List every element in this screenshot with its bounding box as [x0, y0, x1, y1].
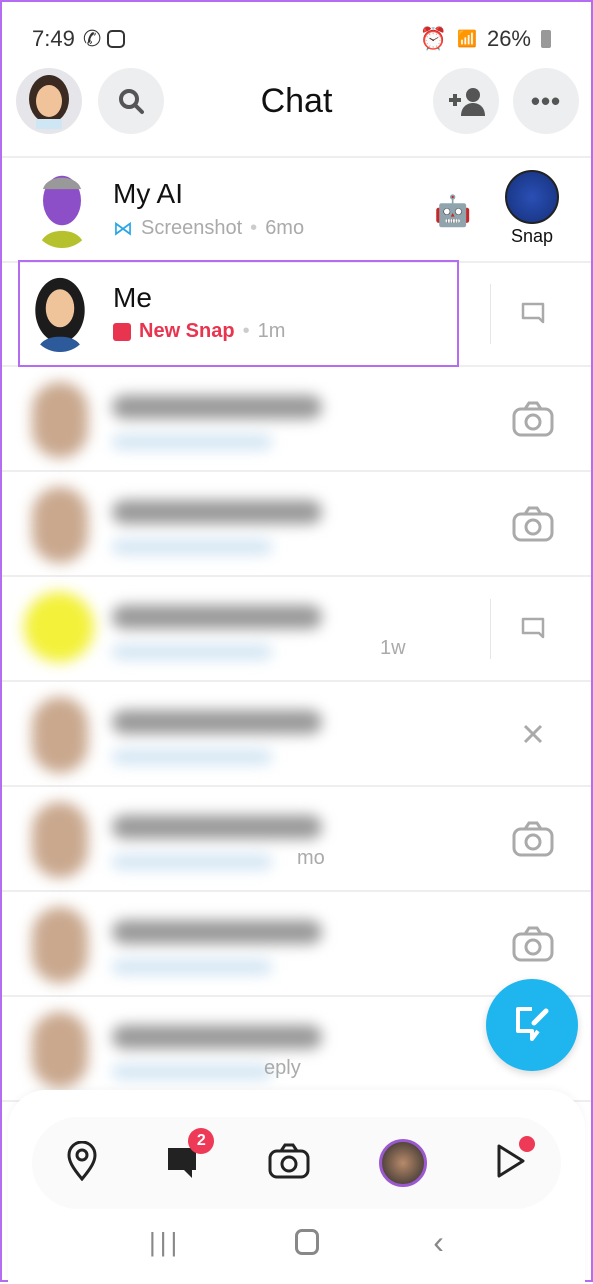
more-button[interactable]: •••	[513, 68, 579, 134]
compose-icon	[516, 1007, 549, 1041]
row-action-chat[interactable]	[511, 609, 555, 649]
more-icon: •••	[530, 85, 562, 116]
chat-row-blurred[interactable]	[2, 472, 591, 577]
camera-icon	[512, 926, 554, 962]
chat-name: My AI	[113, 178, 184, 209]
close-icon	[523, 724, 543, 744]
new-snap-icon	[113, 322, 131, 341]
chat-name: Me	[113, 282, 152, 313]
me-avatar	[35, 277, 85, 352]
clock: 7:49	[32, 26, 75, 51]
chat-time: 1m	[257, 320, 286, 342]
page-title: Chat	[260, 82, 333, 120]
add-friend-button[interactable]	[433, 68, 499, 134]
row-action-camera[interactable]	[511, 819, 555, 859]
nav-camera[interactable]	[268, 1143, 310, 1184]
row-action-close[interactable]	[511, 714, 555, 754]
system-nav: ||| ‹	[2, 1222, 591, 1262]
chat-row-me[interactable]: Me New Snap • 1m	[2, 260, 591, 367]
add-friend-icon	[449, 88, 485, 116]
my-ai-avatar	[39, 175, 85, 248]
new-chat-button[interactable]	[486, 979, 578, 1071]
snap-label: Snap	[510, 226, 554, 246]
chat-time: 6mo	[265, 217, 305, 239]
chat-row-blurred[interactable]: mo	[2, 787, 591, 892]
chat-row-blurred[interactable]	[2, 682, 591, 787]
row-action-camera[interactable]	[511, 924, 555, 964]
recents-icon[interactable]: |||	[149, 1227, 181, 1258]
chat-row-my-ai[interactable]: My AI ⋈ Screenshot • 6mo 🤖 Snap	[2, 158, 591, 263]
chat-status: Screenshot	[141, 217, 243, 239]
alarm-icon: ⏰	[419, 26, 448, 51]
screenshot-icon: ⋈	[113, 218, 133, 240]
battery-text: 26%	[486, 26, 531, 51]
chat-time-partial: mo	[297, 847, 325, 869]
robot-icon: 🤖	[434, 195, 472, 228]
camera-icon	[268, 1143, 310, 1178]
nav-spotlight[interactable]	[495, 1135, 535, 1185]
chat-time-partial: eply	[264, 1057, 301, 1079]
chat-time-partial: 1w	[380, 637, 406, 659]
status-bar: 7:49 ✆ ⏰ 📶 26%	[32, 24, 551, 54]
nav-map[interactable]	[66, 1140, 98, 1186]
header: Chat •••	[2, 68, 591, 136]
chat-status: New Snap	[139, 320, 235, 342]
chat-badge: 2	[188, 1127, 215, 1154]
chat-row-blurred[interactable]	[2, 892, 591, 997]
camera-icon	[512, 506, 554, 542]
camera-icon	[512, 821, 554, 857]
back-icon[interactable]: ‹	[433, 1224, 444, 1261]
chat-row-blurred[interactable]: 1w	[2, 577, 591, 682]
chat-bubble-icon	[521, 302, 545, 324]
chat-row-blurred[interactable]	[2, 367, 591, 472]
chat-reply-button[interactable]	[511, 294, 555, 334]
wifi-icon: 📶	[457, 31, 477, 48]
nav-chat[interactable]: 2	[166, 1127, 215, 1185]
snap-story-thumbnail[interactable]	[505, 170, 559, 224]
row-action-camera[interactable]	[511, 504, 555, 544]
home-icon[interactable]	[295, 1229, 320, 1255]
chat-bubble-icon	[521, 617, 545, 639]
whatsapp-icon: ✆	[82, 26, 102, 51]
map-pin-icon	[67, 1140, 97, 1181]
row-action-camera[interactable]	[511, 399, 555, 439]
nav-stories[interactable]	[378, 1139, 427, 1187]
notification-dot	[518, 1135, 535, 1152]
camera-icon	[512, 401, 554, 437]
bottom-nav: 2	[32, 1117, 561, 1209]
battery-icon	[541, 30, 551, 48]
instagram-icon	[107, 30, 126, 48]
